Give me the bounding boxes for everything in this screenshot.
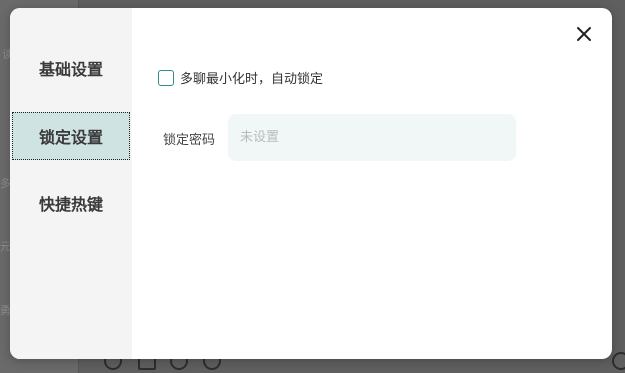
auto-lock-label: 多聊最小化时，自动锁定	[180, 72, 324, 87]
sidebar-item-lock-settings[interactable]: 锁定设置	[12, 112, 130, 160]
auto-lock-checkbox[interactable]	[158, 69, 174, 86]
sidebar-item-basic-settings[interactable]: 基础设置	[10, 43, 132, 93]
close-icon	[577, 27, 591, 41]
lock-password-input[interactable]	[228, 114, 516, 161]
settings-dialog: 基础设置 锁定设置 快捷热键 多聊最小化时，自动锁定 锁定密码	[10, 8, 612, 359]
lock-password-label: 锁定密码	[163, 133, 216, 148]
settings-sidebar: 基础设置 锁定设置 快捷热键	[10, 8, 132, 359]
phone-icon	[612, 352, 625, 370]
sidebar-item-hotkeys[interactable]: 快捷热键	[10, 178, 132, 228]
close-button[interactable]	[574, 24, 594, 44]
auto-lock-option[interactable]: 多聊最小化时，自动锁定	[158, 68, 323, 87]
